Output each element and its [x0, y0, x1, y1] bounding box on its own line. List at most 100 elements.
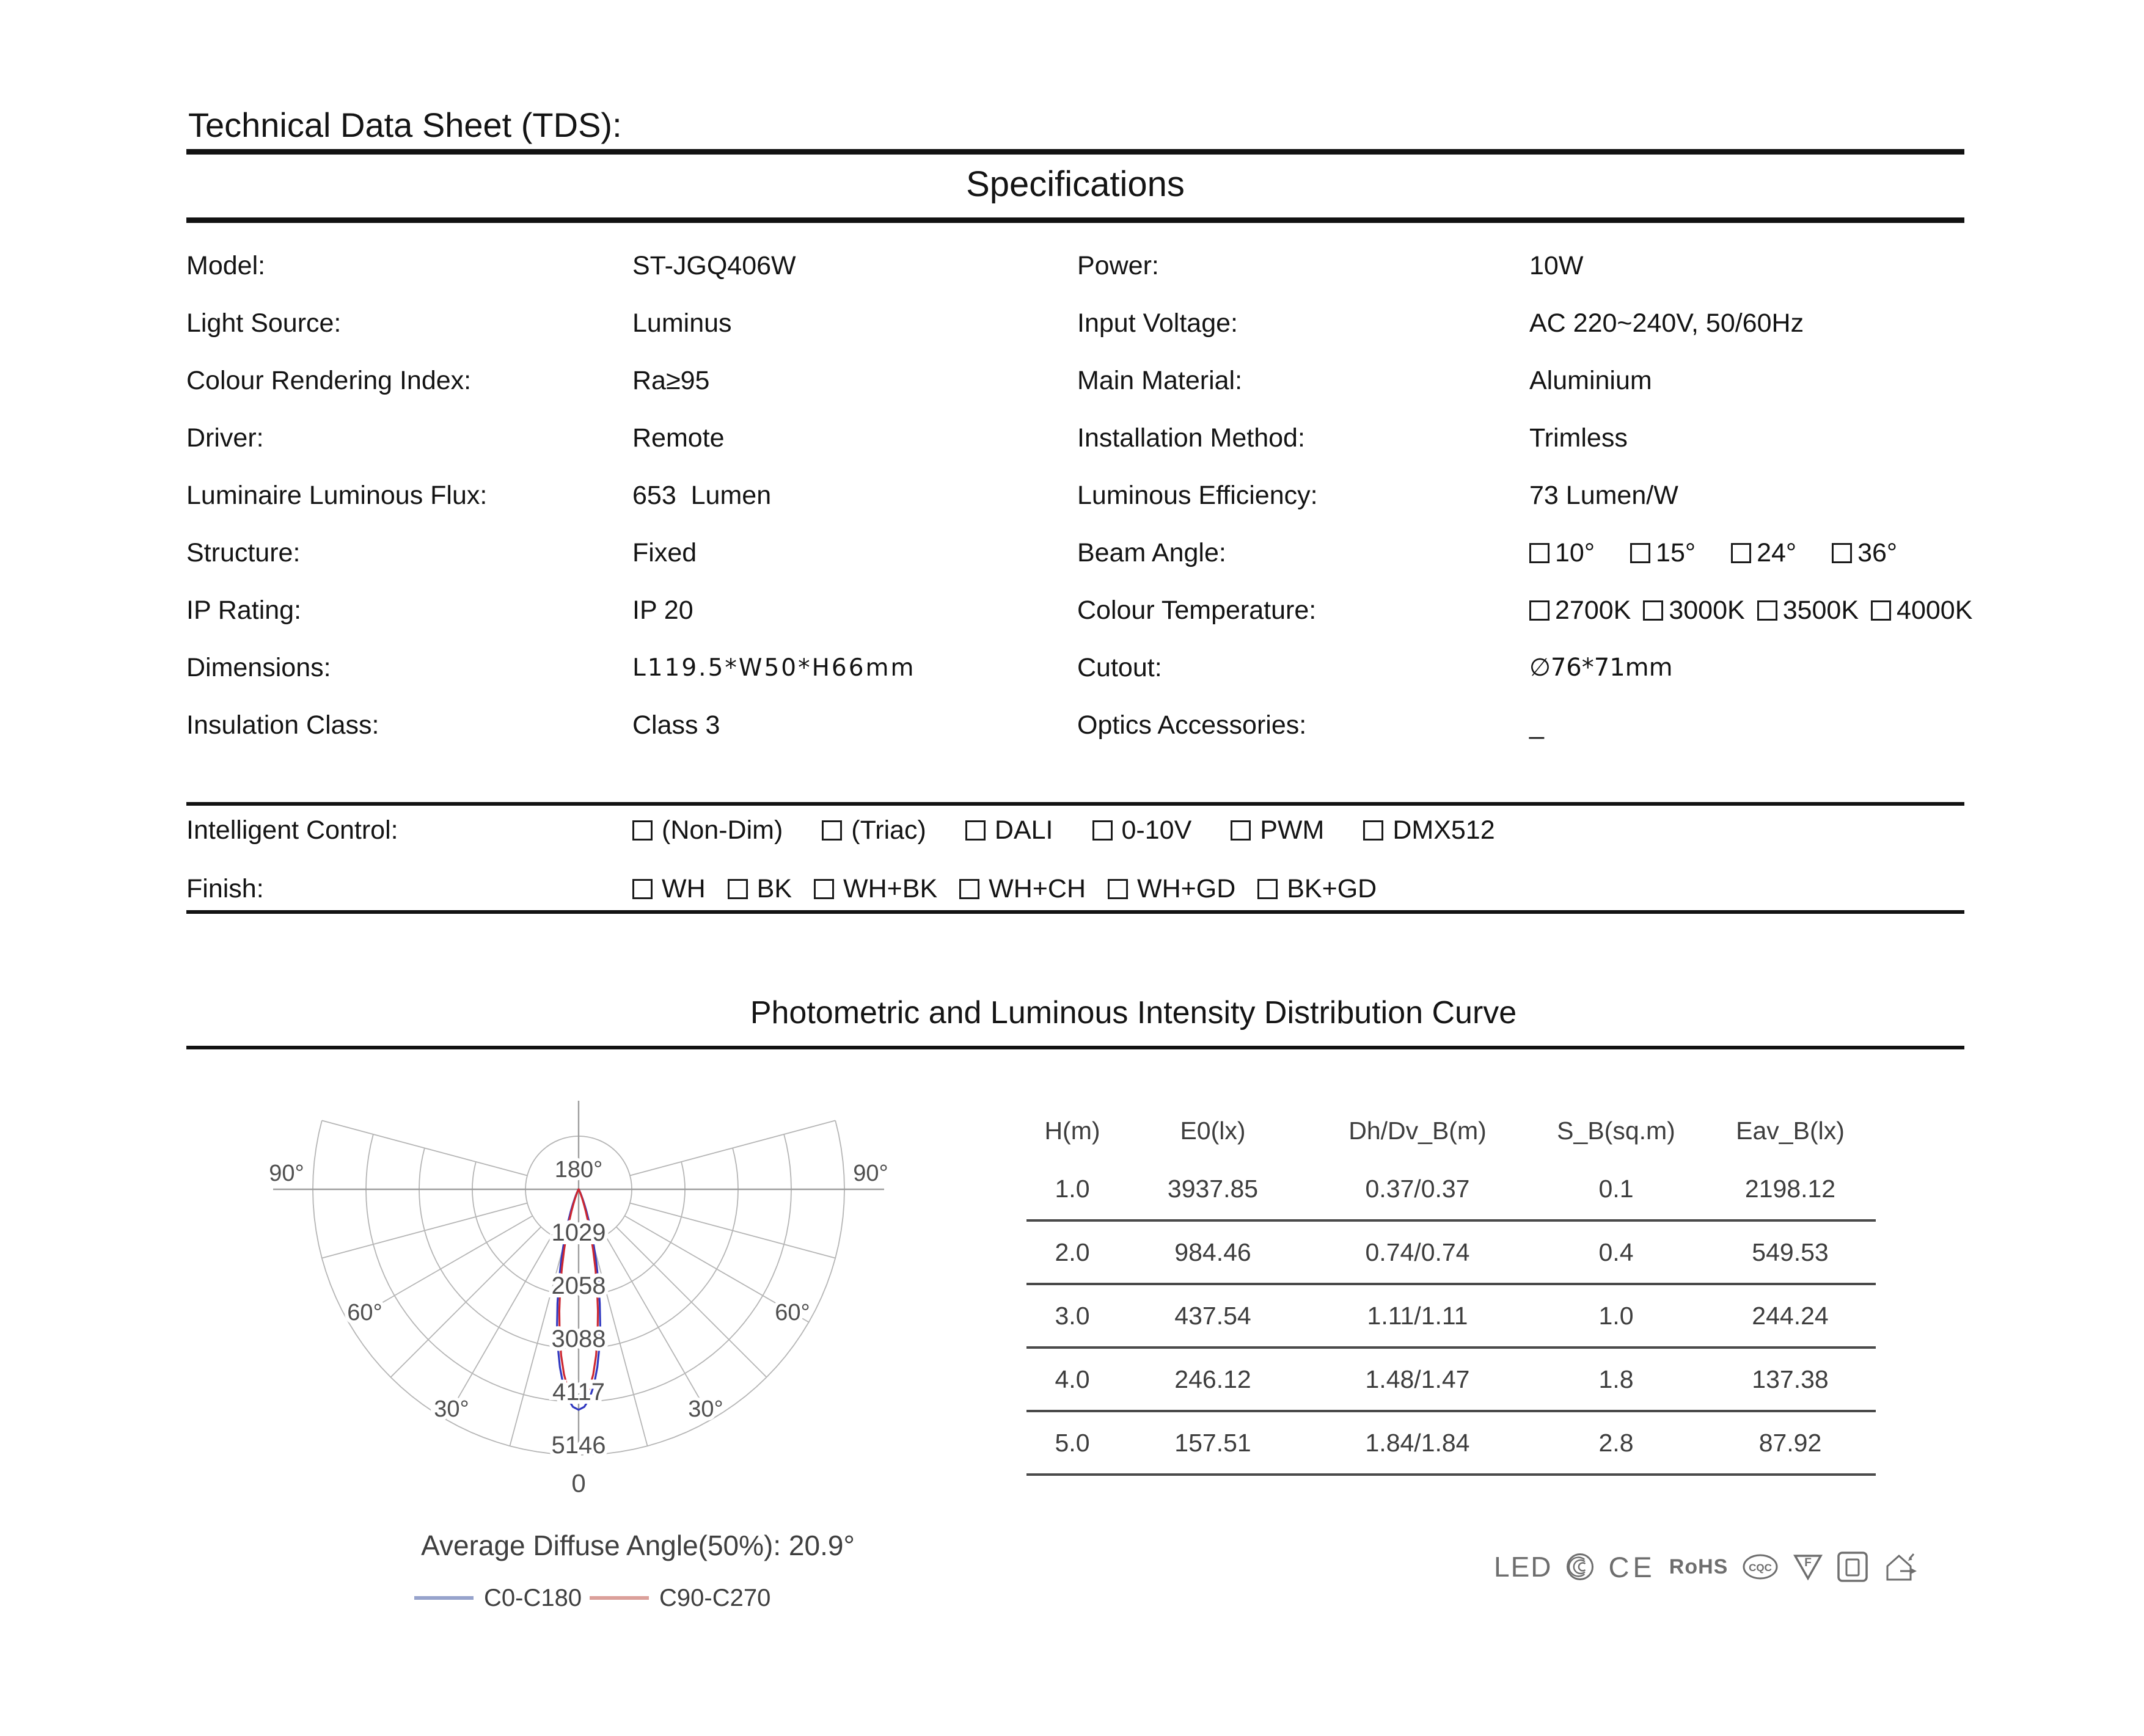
checkbox-label: 2700K	[1555, 595, 1631, 625]
table-cell: 2.0	[1055, 1238, 1090, 1266]
table-header-cell: E0(lx)	[1180, 1116, 1246, 1145]
checkbox-option: 4000K	[1871, 596, 1972, 625]
spec-value: Luminus	[632, 308, 732, 338]
divider	[186, 149, 1964, 155]
checkbox[interactable]	[1529, 542, 1549, 563]
page-title: Technical Data Sheet (TDS):	[188, 106, 622, 144]
checkbox[interactable]	[1757, 600, 1777, 621]
checkbox[interactable]	[1832, 542, 1853, 563]
checkbox[interactable]	[1257, 878, 1278, 899]
table-header-cell: Eav_B(lx)	[1736, 1116, 1845, 1145]
checkbox-option: 36°	[1832, 538, 1897, 568]
table-cell: 984.46	[1174, 1238, 1251, 1266]
checkbox[interactable]	[632, 878, 653, 899]
table-cell: 1.0	[1055, 1174, 1090, 1203]
flammability-triangle-icon: F	[1793, 1555, 1823, 1581]
checkbox-option: 15°	[1630, 538, 1696, 568]
spec-label: Dimensions:	[186, 652, 331, 682]
spec-label: Luminous Efficiency:	[1077, 480, 1318, 510]
checkbox-label: BK+GD	[1287, 873, 1377, 903]
spec-value: _	[1529, 710, 1544, 740]
checkbox-option: 2700K	[1529, 596, 1631, 625]
checkbox-group: 10° 15° 24° 36°	[1529, 538, 1964, 568]
checkbox-label: DALI	[994, 815, 1053, 845]
spec-label: Input Voltage:	[1077, 308, 1238, 338]
table-cell: 2198.12	[1744, 1174, 1836, 1203]
checkbox-label: 3500K	[1782, 595, 1859, 625]
spec-value: IP 20	[632, 595, 693, 625]
table-cell: 2.8	[1598, 1428, 1634, 1457]
table-row: 3.0 437.54 1.11/1.11 1.0 244.24	[1026, 1285, 1876, 1349]
table-row: 5.0 157.51 1.84/1.84 2.8 87.92	[1026, 1412, 1876, 1476]
photometric-title: Photometric and Luminous Intensity Distr…	[750, 995, 1517, 1030]
table-row: 4.0 246.12 1.48/1.47 1.8 137.38	[1026, 1349, 1876, 1412]
spec-label: Colour Rendering Index:	[186, 365, 472, 395]
angle-label-30: 30°	[434, 1396, 469, 1422]
spec-label: Structure:	[186, 538, 301, 567]
spec-value: Fixed	[632, 538, 697, 567]
table-cell: 0.1	[1598, 1174, 1634, 1203]
checkbox-option: 3000K	[1643, 595, 1745, 625]
legend-label: C90-C270	[659, 1585, 770, 1611]
diffuse-angle-caption: Average Diffuse Angle(50%): 20.9°	[421, 1530, 855, 1561]
checkbox-label: 15°	[1656, 538, 1696, 567]
angle-label-60: 60°	[775, 1300, 810, 1326]
checkbox-label: WH	[662, 873, 706, 903]
checkbox[interactable]	[1529, 600, 1549, 621]
checkbox[interactable]	[822, 820, 843, 841]
certification-marks: LED CE RoHS CQC F	[1494, 1536, 1917, 1597]
spec-label: IP Rating:	[186, 595, 302, 625]
divider	[186, 217, 1964, 223]
checkbox-option: WH	[632, 874, 706, 904]
ring-tick-label: 5146	[552, 1432, 606, 1459]
angle-label-60: 60°	[347, 1300, 382, 1326]
checkbox[interactable]	[1092, 820, 1113, 841]
spec-label: Light Source:	[186, 308, 342, 338]
checkbox-group: WH BK WH+BK WH+CH WH+GD BK+GD	[632, 874, 1495, 904]
checkbox-option: WH+CH	[959, 874, 1086, 904]
checkbox-label: PWM	[1260, 815, 1325, 845]
rohs-mark: RoHS	[1669, 1555, 1729, 1578]
checkbox[interactable]	[965, 820, 986, 841]
checkbox[interactable]	[959, 878, 980, 899]
checkbox[interactable]	[1231, 820, 1251, 841]
table-cell: 0.37/0.37	[1365, 1174, 1470, 1203]
spec-value: 653 Lumen	[632, 480, 772, 510]
divider	[186, 910, 1964, 914]
checkbox-label: 3000K	[1669, 595, 1745, 625]
checkbox[interactable]	[632, 820, 653, 841]
checkbox[interactable]	[1643, 600, 1664, 621]
checkbox-label: 0-10V	[1121, 815, 1192, 845]
checkbox[interactable]	[1630, 542, 1651, 563]
checkbox[interactable]	[727, 878, 748, 899]
cqc-certification-icon: CQC	[1743, 1554, 1778, 1580]
spec-label: Cutout:	[1077, 652, 1162, 682]
control-options-grid: Intelligent Control: (Non-Dim) (Triac) DALI…	[186, 801, 1495, 918]
checkbox-option: PWM	[1231, 815, 1324, 845]
ring-tick-label: 2058	[552, 1272, 606, 1299]
indoor-use-house-icon	[1886, 1553, 1917, 1581]
checkbox-label: 10°	[1555, 538, 1595, 567]
checkbox[interactable]	[1871, 600, 1892, 621]
angle-label-0: 0	[571, 1469, 585, 1498]
table-cell: 0.4	[1598, 1238, 1634, 1266]
checkbox[interactable]	[814, 878, 835, 899]
spec-label: Driver:	[186, 423, 264, 453]
spec-label: Power:	[1077, 250, 1159, 280]
checkbox-option: DMX512	[1363, 815, 1495, 845]
checkbox[interactable]	[1363, 820, 1384, 841]
table-header-row: H(m) E0(lx) Dh/Dv_B(m) S_B(sq.m) Eav_B(lx)	[1026, 1103, 1876, 1158]
table-cell: 3.0	[1055, 1301, 1090, 1330]
table-cell: 1.0	[1598, 1301, 1634, 1330]
spec-label: Model:	[186, 250, 266, 280]
class-ii-insulation-icon	[1837, 1552, 1868, 1582]
spec-value: L119.5*W50*H66mm	[632, 654, 916, 682]
spec-label: Luminaire Luminous Flux:	[186, 480, 488, 510]
checkbox[interactable]	[1108, 878, 1128, 899]
checkbox-option: BK+GD	[1257, 874, 1377, 904]
photometric-polar-chart: 1029 2058 3088 4117 5146 180° 90° 60° 30° 90° 60° 3…	[265, 1101, 892, 1615]
checkbox-option: 0-10V	[1092, 815, 1192, 845]
checkbox-option: (Triac)	[822, 815, 926, 845]
spec-value: Aluminium	[1529, 365, 1652, 395]
checkbox[interactable]	[1731, 542, 1752, 563]
